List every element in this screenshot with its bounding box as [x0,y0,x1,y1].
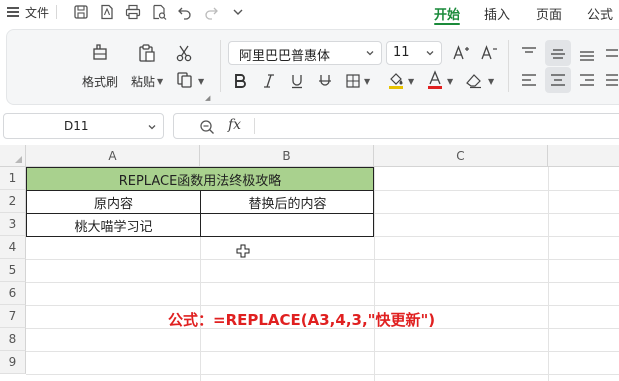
align-right-icon[interactable] [576,70,598,90]
cell-b3[interactable] [201,214,374,236]
menu-icon[interactable] [7,7,19,17]
align-middle-icon[interactable] [545,40,571,66]
decrease-font-size-icon[interactable] [480,43,498,63]
font-name-value: 阿里巴巴普惠体 [239,49,331,64]
align-bottom-icon[interactable] [576,43,598,63]
chevron-down-icon[interactable] [147,122,157,132]
row-header-8[interactable]: 8 [0,328,26,351]
tab-page[interactable]: 页面 [536,4,562,23]
row-header-4[interactable]: 4 [0,236,26,259]
cell-reference: D11 [64,119,89,133]
column-header-d[interactable] [548,145,619,167]
spreadsheet-grid[interactable]: A B C 1 2 3 4 5 6 7 8 9 REPLACE函数用法终极攻略 … [0,145,619,381]
divider [508,40,509,92]
underline-icon[interactable] [288,71,306,91]
tab-insert[interactable]: 插入 [484,4,510,23]
gridline [26,282,619,283]
align-top-icon[interactable] [518,43,540,63]
print-preview-icon[interactable] [150,3,168,21]
paste-icon[interactable] [136,42,158,64]
row-header-7[interactable]: 7 [0,305,26,328]
font-size-value: 11 [393,45,410,60]
launcher-icon[interactable]: ◢ [205,94,210,102]
row-header-1[interactable]: 1 [0,167,26,190]
redo-icon[interactable] [202,3,220,21]
select-all-corner[interactable] [0,145,26,167]
gridline [548,167,549,381]
divider [220,40,221,92]
cell-select-cursor-icon [236,244,250,258]
cell-a3[interactable]: 桃大喵学习记 [27,214,200,236]
chevron-down-icon[interactable]: ▼ [408,77,414,86]
cut-icon[interactable] [174,43,194,63]
format-painter-icon[interactable] [89,42,111,64]
copy-icon[interactable] [175,70,195,90]
row-header-2[interactable]: 2 [0,190,26,213]
save-icon[interactable] [72,3,90,21]
column-header-c[interactable]: C [374,145,548,167]
chevron-down-icon[interactable] [229,3,247,21]
chevron-down-icon[interactable]: ▼ [447,77,453,86]
increase-font-size-icon[interactable] [452,43,470,63]
border-icon[interactable] [344,71,362,91]
bold-icon[interactable] [231,71,249,91]
name-box[interactable]: D11 [3,113,164,139]
chevron-down-icon[interactable]: ▼ [488,77,494,86]
chevron-down-icon[interactable]: ▼ [198,77,204,86]
formula-annotation: 公式：=REPLACE(A3,4,3,"快更新") [168,311,436,329]
align-left-icon[interactable] [518,70,540,90]
cell-a1-title[interactable]: REPLACE函数用法终极攻略 [26,167,374,191]
zoom-search-icon[interactable] [198,118,216,136]
font-color-icon[interactable] [425,69,445,91]
gridline [26,259,619,260]
formula-input[interactable]: fx [173,113,619,139]
font-size-select[interactable]: 11 [386,41,442,65]
tab-home[interactable]: 开始 [434,4,460,23]
gridline [26,351,619,352]
eraser-icon[interactable] [464,70,484,90]
strikethrough-icon[interactable] [316,71,334,91]
align-center-icon[interactable] [545,67,571,93]
fx-icon[interactable]: fx [228,117,241,133]
export-pdf-icon[interactable] [98,3,116,21]
undo-icon[interactable] [176,3,194,21]
format-painter-label[interactable]: 格式刷 [82,73,118,90]
active-tab-indicator [434,23,460,25]
cell-a2[interactable]: 原内容 [27,191,200,213]
gridline [26,374,619,375]
menu-bar: 文件 开始 插入 页面 公式 [0,0,619,26]
row-header-9[interactable]: 9 [0,351,26,374]
chevron-down-icon[interactable]: ▼ [364,77,370,86]
divider [254,118,255,134]
justify-icon[interactable] [603,70,619,90]
column-header-a[interactable]: A [26,145,200,167]
tab-formula[interactable]: 公式 [587,4,613,23]
paste-label[interactable]: 粘贴 [131,73,155,90]
gridline [26,305,619,306]
column-header-b[interactable]: B [200,145,374,167]
gridline [374,167,375,381]
font-name-select[interactable]: 阿里巴巴普惠体 [228,41,382,65]
fill-color-icon[interactable] [386,69,406,91]
cell-b2[interactable]: 替换后的内容 [201,191,374,213]
chevron-down-icon [366,51,374,56]
chevron-down-icon [426,51,434,56]
divider [56,5,57,19]
file-menu[interactable]: 文件 [25,4,49,21]
row-header-5[interactable]: 5 [0,259,26,282]
row-header-6[interactable]: 6 [0,282,26,305]
chevron-down-icon[interactable]: ▼ [157,77,163,86]
italic-icon[interactable] [260,71,278,91]
row-header-3[interactable]: 3 [0,213,26,236]
wrap-text-icon[interactable] [603,43,619,63]
print-icon[interactable] [124,3,142,21]
